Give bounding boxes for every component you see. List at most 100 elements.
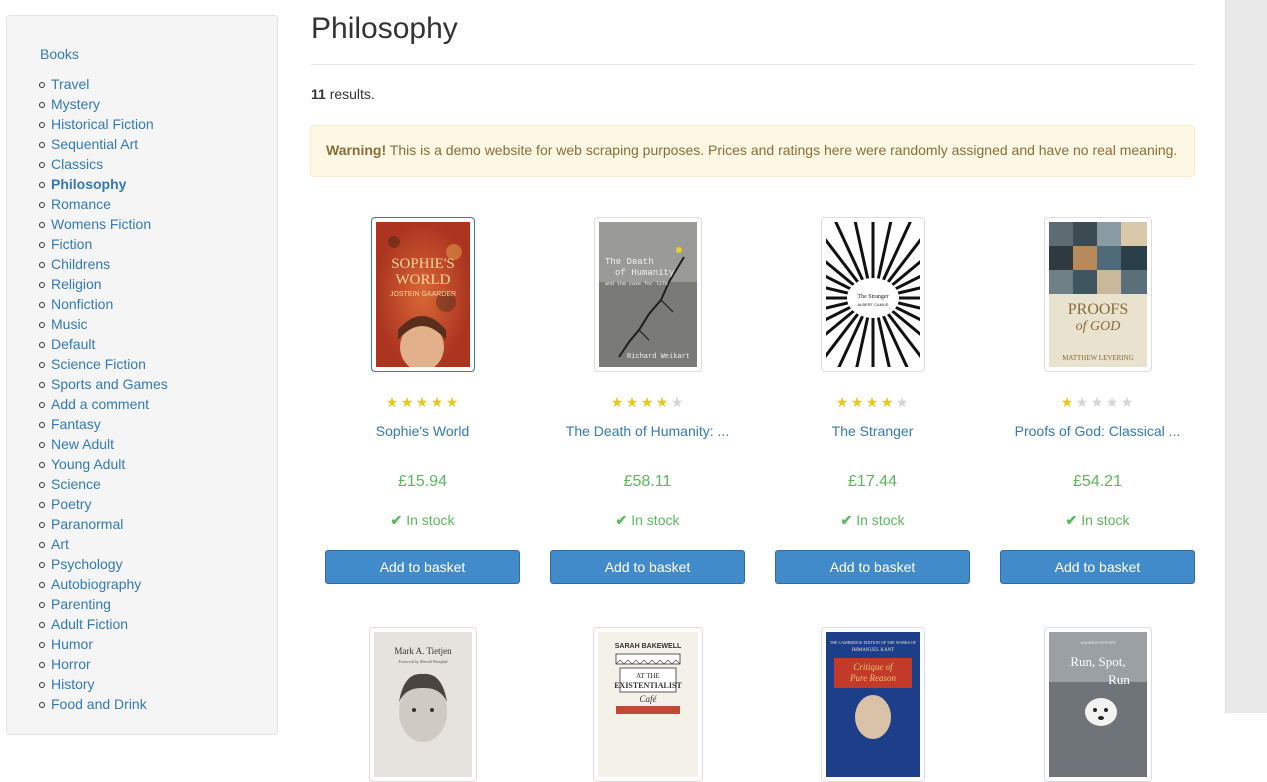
- product-thumbnail[interactable]: The Death of Humanity and the case for l…: [593, 217, 702, 372]
- warning-alert: Warning! This is a demo website for web …: [310, 125, 1195, 177]
- product-thumbnail[interactable]: The Stranger ALBERT CAMUS: [820, 217, 925, 372]
- sidebar-category-link[interactable]: Science Fiction: [51, 356, 146, 372]
- cover-title-line1: Critique of: [853, 662, 894, 672]
- product-title-link[interactable]: Proofs of God: Classical ...: [1000, 423, 1195, 439]
- cover-author: Mark A. Tietjen: [394, 646, 452, 656]
- sidebar-category-item: Poetry: [37, 494, 168, 514]
- sidebar-category-link[interactable]: Womens Fiction: [51, 216, 151, 232]
- sidebar-category-link[interactable]: Romance: [51, 196, 111, 212]
- bullet-icon: [39, 642, 45, 648]
- add-to-basket-button[interactable]: Add to basket: [325, 550, 520, 584]
- cover-title-line1: The Death: [605, 257, 654, 267]
- cover-author: ALBERT CAMUS: [857, 302, 888, 307]
- sidebar-category-link[interactable]: Philosophy: [51, 176, 126, 192]
- sidebar-category-link[interactable]: History: [51, 676, 95, 692]
- cover-title-line1: The Stranger: [857, 294, 888, 300]
- bullet-icon: [39, 682, 45, 688]
- availability: ✔ In stock: [1000, 512, 1195, 529]
- sidebar-category-link[interactable]: Art: [51, 536, 69, 552]
- book-cover: PROOFS of GOD MATTHEW LEVERING: [1048, 222, 1147, 367]
- sidebar-category-item: Science: [37, 474, 168, 494]
- sidebar-category-item: Music: [37, 314, 168, 334]
- star-icon: ★: [415, 394, 430, 410]
- product-thumbnail[interactable]: THE CAMBRIDGE EDITION OF THE WORKS OF IM…: [820, 627, 925, 782]
- bullet-icon: [39, 342, 45, 348]
- sidebar-category-link[interactable]: Paranormal: [51, 516, 123, 532]
- product-thumbnail[interactable]: Mark A. Tietjen Foreword by Merold Westp…: [368, 627, 477, 782]
- book-cover: ANDREW PEPPER Run, Spot, Run: [1048, 632, 1147, 777]
- product-thumbnail[interactable]: SARAH BAKEWELL AT THE EXISTENTIALIST Caf…: [592, 627, 703, 782]
- sidebar-category-link[interactable]: Default: [51, 336, 95, 352]
- product-title-link[interactable]: The Death of Humanity: ...: [550, 423, 745, 439]
- bullet-icon: [39, 222, 45, 228]
- star-icon: ★: [1060, 394, 1075, 410]
- star-icon: ★: [430, 394, 445, 410]
- sidebar-category-item: Philosophy: [37, 174, 168, 194]
- sidebar-category-link[interactable]: Religion: [51, 276, 102, 292]
- title-divider: [311, 64, 1195, 65]
- bullet-icon: [39, 202, 45, 208]
- cover-title-line2: of Humanity: [615, 268, 675, 278]
- star-icon: ★: [1105, 394, 1120, 410]
- sidebar-category-link[interactable]: Humor: [51, 636, 93, 652]
- star-icon: ★: [670, 394, 685, 410]
- sidebar-category-item: Add a comment: [37, 394, 168, 414]
- product-thumbnail[interactable]: SOPHIE'S WORLD JOSTEIN GAARDER: [370, 217, 475, 372]
- cover-author: Richard Weikart: [627, 353, 690, 361]
- sidebar-category-link[interactable]: Adult Fiction: [51, 616, 128, 632]
- svg-text:ANDREW PEPPER: ANDREW PEPPER: [1080, 640, 1115, 645]
- sidebar-category-item: Food and Drink: [37, 694, 168, 714]
- cover-title-line1: PROOFS: [1067, 301, 1127, 318]
- sidebar-category-item: Nonfiction: [37, 294, 168, 314]
- add-to-basket-button[interactable]: Add to basket: [1000, 550, 1195, 584]
- sidebar-category-link[interactable]: Sports and Games: [51, 376, 168, 392]
- sidebar-category-item: Paranormal: [37, 514, 168, 534]
- sidebar-category-link[interactable]: Science: [51, 476, 101, 492]
- bullet-icon: [39, 242, 45, 248]
- sidebar-category-item: Mystery: [37, 94, 168, 114]
- sidebar-category-link[interactable]: Psychology: [51, 556, 123, 572]
- add-to-basket-button[interactable]: Add to basket: [550, 550, 745, 584]
- cover-author: SARAH BAKEWELL: [614, 643, 681, 650]
- product-title-link[interactable]: The Stranger: [775, 423, 970, 439]
- sidebar-category-link[interactable]: Food and Drink: [51, 696, 147, 712]
- product-title-link[interactable]: Sophie's World: [325, 423, 520, 439]
- page-title: Philosophy: [311, 12, 458, 45]
- sidebar-category-link[interactable]: Add a comment: [51, 396, 149, 412]
- sidebar-category-link[interactable]: Fantasy: [51, 416, 101, 432]
- sidebar-category-link[interactable]: Young Adult: [51, 456, 125, 472]
- sidebar-category-link[interactable]: Sequential Art: [51, 136, 138, 152]
- sidebar-category-link[interactable]: Mystery: [51, 96, 100, 112]
- star-icon: ★: [850, 394, 865, 410]
- sidebar-category-link[interactable]: Parenting: [51, 596, 111, 612]
- sidebar-category-item: Adult Fiction: [37, 614, 168, 634]
- sidebar-category-link[interactable]: Autobiography: [51, 576, 141, 592]
- star-icon: ★: [625, 394, 640, 410]
- bullet-icon: [39, 122, 45, 128]
- sidebar-category-link[interactable]: Music: [51, 316, 88, 332]
- sidebar-category-link[interactable]: Childrens: [51, 256, 110, 272]
- sidebar-category-link[interactable]: New Adult: [51, 436, 114, 452]
- check-icon: ✔: [615, 512, 628, 528]
- bullet-icon: [39, 622, 45, 628]
- product-card: SARAH BAKEWELL AT THE EXISTENTIALIST Caf…: [550, 627, 745, 782]
- add-to-basket-button[interactable]: Add to basket: [775, 550, 970, 584]
- sidebar-books-link[interactable]: Books: [40, 46, 79, 62]
- star-icon: ★: [1090, 394, 1105, 410]
- sidebar-category-item: Psychology: [37, 554, 168, 574]
- sidebar-category-item: Sequential Art: [37, 134, 168, 154]
- warning-strong: Warning!: [326, 142, 387, 158]
- product-card: The Death of Humanity and the case for l…: [550, 217, 745, 584]
- bullet-icon: [39, 82, 45, 88]
- sidebar-category-link[interactable]: Travel: [51, 76, 89, 92]
- sidebar-category-link[interactable]: Fiction: [51, 236, 92, 252]
- sidebar-category-link[interactable]: Classics: [51, 156, 103, 172]
- sidebar-category-link[interactable]: Poetry: [51, 496, 91, 512]
- sidebar-category-link[interactable]: Horror: [51, 656, 91, 672]
- sidebar-category-link[interactable]: Historical Fiction: [51, 116, 154, 132]
- product-thumbnail[interactable]: ANDREW PEPPER Run, Spot, Run: [1043, 627, 1152, 782]
- sidebar-category-item: Classics: [37, 154, 168, 174]
- product-thumbnail[interactable]: PROOFS of GOD MATTHEW LEVERING: [1043, 217, 1152, 372]
- bullet-icon: [39, 302, 45, 308]
- sidebar-category-link[interactable]: Nonfiction: [51, 296, 113, 312]
